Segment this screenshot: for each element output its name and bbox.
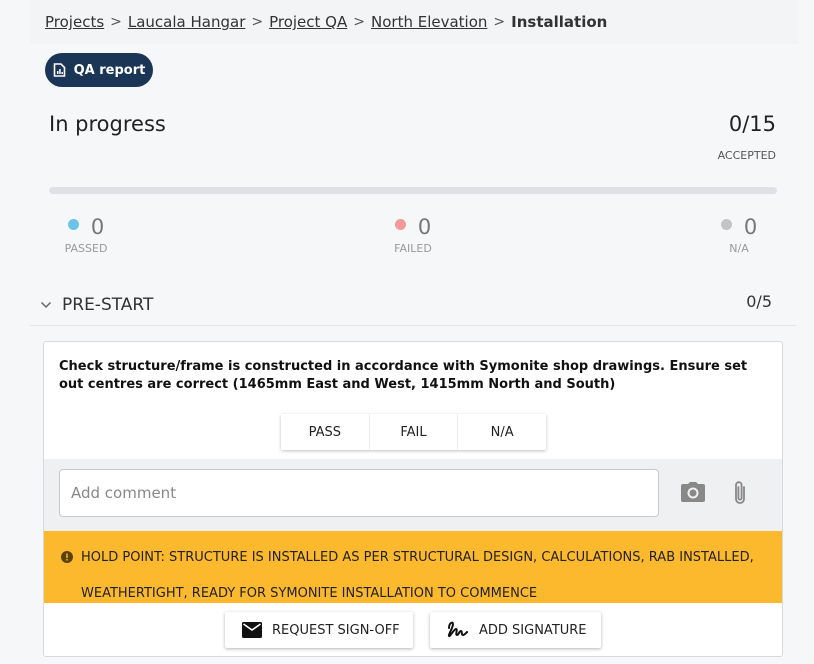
request-signoff-button[interactable]: REQUEST SIGN-OFF: [225, 612, 413, 648]
breadcrumb-separator-icon: >: [493, 14, 506, 30]
breadcrumb-link-laucala-hangar[interactable]: Laucala Hangar: [128, 13, 245, 31]
section-header-pre-start[interactable]: PRE-START 0/5: [30, 284, 796, 326]
section-title: PRE-START: [62, 294, 154, 315]
envelope-icon: [242, 622, 262, 638]
section-count: 0/5: [746, 292, 772, 311]
stat-passed: 0 PASSED: [41, 215, 131, 255]
breadcrumb-link-project-qa[interactable]: Project QA: [269, 13, 347, 31]
fail-button[interactable]: FAIL: [368, 414, 458, 450]
comment-input[interactable]: [59, 469, 659, 517]
passed-label: PASSED: [64, 242, 108, 255]
camera-icon[interactable]: [680, 481, 706, 503]
action-bar: REQUEST SIGN-OFF ADD SIGNATURE: [44, 603, 782, 656]
breadcrumb: Projects > Laucala Hangar > Project QA >…: [30, 0, 798, 44]
status-title: In progress: [49, 112, 166, 136]
result-toggle-group: PASS FAIL N/A: [281, 414, 547, 450]
pass-button[interactable]: PASS: [281, 414, 369, 450]
comment-bar: [44, 459, 782, 531]
progress-bar: [49, 187, 777, 194]
na-label: N/A: [729, 242, 749, 255]
qa-report-label: QA report: [73, 62, 146, 78]
check-question: Check structure/frame is constructed in …: [59, 359, 748, 392]
alert-icon: [61, 551, 73, 563]
breadcrumb-separator-icon: >: [110, 14, 122, 30]
stat-na: 0 N/A: [694, 215, 784, 255]
failed-label: FAILED: [394, 242, 432, 255]
qa-report-button[interactable]: QA report: [45, 53, 153, 87]
failed-count: 0: [417, 215, 432, 239]
chevron-down-icon[interactable]: [40, 301, 52, 309]
na-dot-icon: [720, 218, 732, 230]
breadcrumb-separator-icon: >: [251, 14, 264, 30]
passed-dot-icon: [67, 218, 79, 230]
accepted-count: 0/15: [728, 112, 776, 136]
signature-icon: [447, 621, 468, 638]
accepted-label: ACCEPTED: [717, 149, 776, 162]
na-button[interactable]: N/A: [457, 414, 547, 450]
stat-failed: 0 FAILED: [368, 215, 458, 255]
breadcrumb-link-north-elevation[interactable]: North Elevation: [371, 13, 487, 31]
breadcrumb-separator-icon: >: [353, 14, 365, 30]
failed-dot-icon: [394, 218, 406, 230]
hold-point-text-line1: HOLD POINT: STRUCTURE IS INSTALLED AS PE…: [81, 550, 754, 565]
request-signoff-label: REQUEST SIGN-OFF: [272, 622, 400, 638]
passed-count: 0: [90, 215, 105, 239]
add-signature-label: ADD SIGNATURE: [479, 622, 587, 638]
breadcrumb-link-projects[interactable]: Projects: [45, 13, 104, 31]
check-item-card: Check structure/frame is constructed in …: [43, 341, 783, 657]
breadcrumb-current: Installation: [511, 13, 608, 31]
add-signature-button[interactable]: ADD SIGNATURE: [430, 612, 601, 648]
paperclip-icon[interactable]: [732, 479, 748, 507]
na-count: 0: [743, 215, 758, 239]
hold-point-banner: HOLD POINT: STRUCTURE IS INSTALLED AS PE…: [44, 531, 782, 603]
report-icon: [53, 63, 65, 77]
